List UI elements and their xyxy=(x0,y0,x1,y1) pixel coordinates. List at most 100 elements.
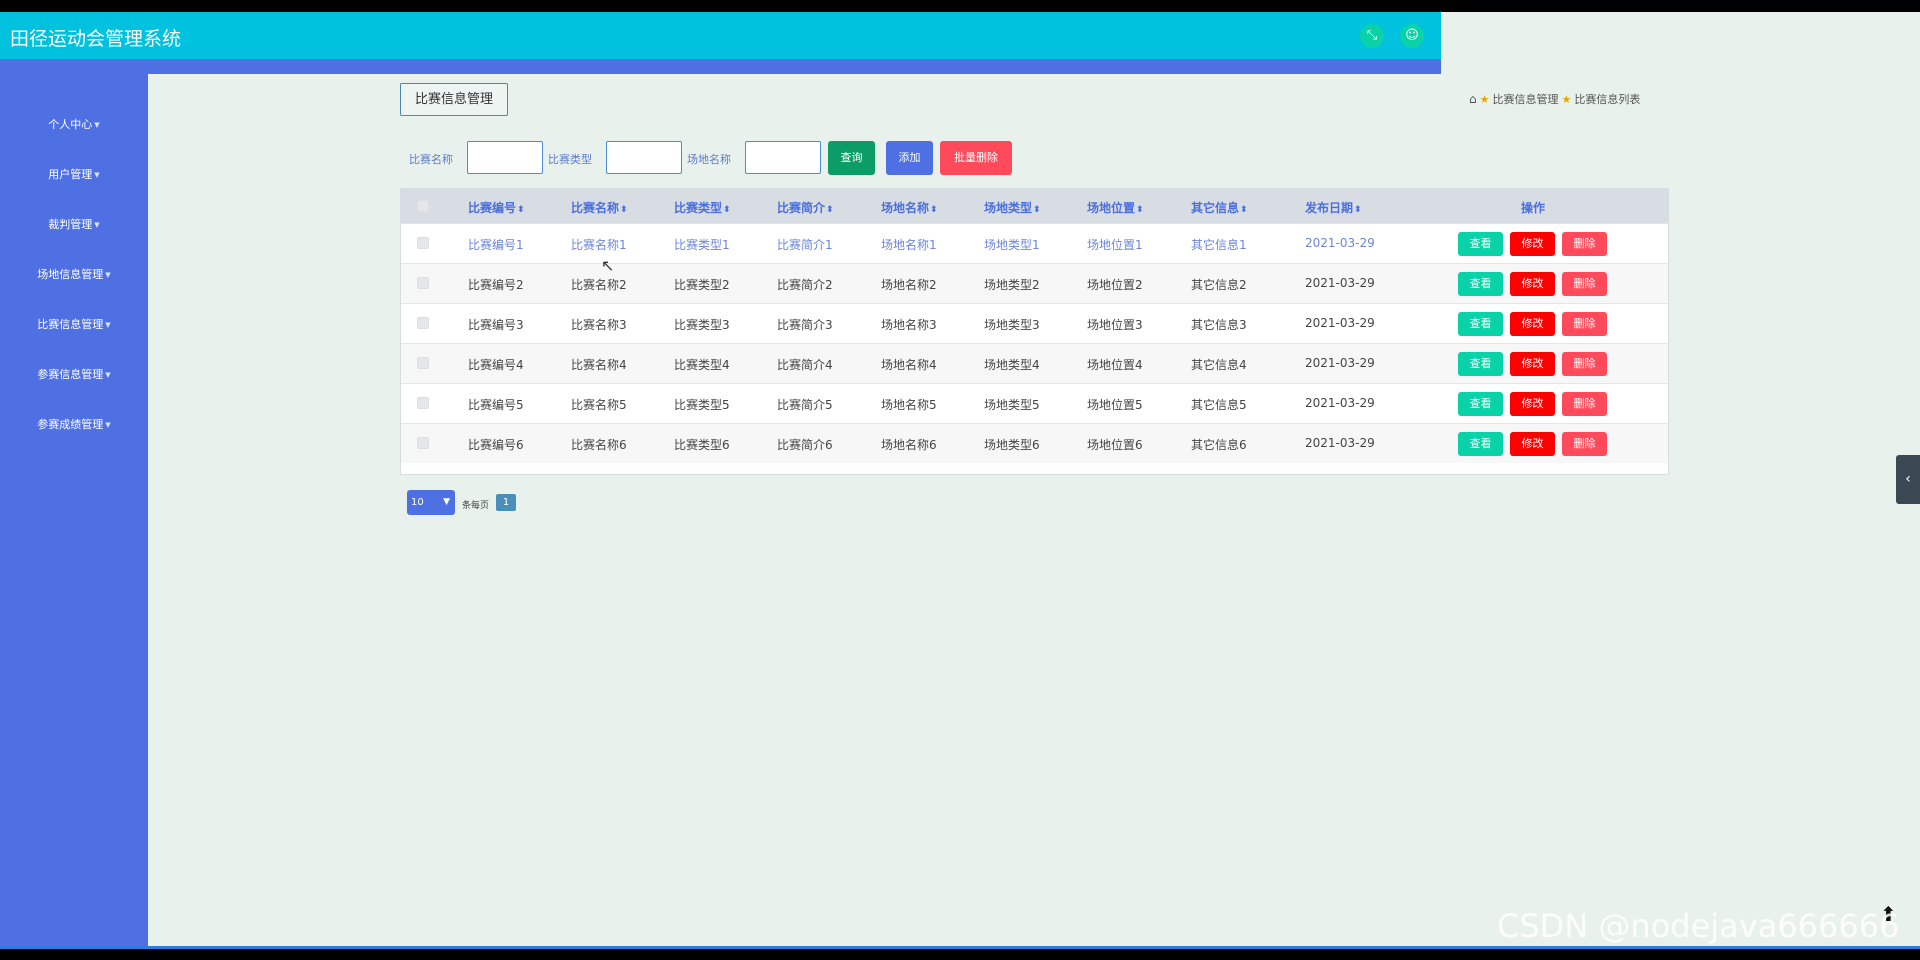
search-button[interactable]: 查询 xyxy=(828,141,875,175)
table-cell: 比赛编号2 xyxy=(468,278,524,292)
column-header[interactable]: 场地类型⬍ xyxy=(984,199,1041,216)
delete-button[interactable]: 删除 xyxy=(1562,312,1607,336)
page-size-select[interactable]: 10 ▼ xyxy=(407,490,455,515)
table-cell: 比赛编号1 xyxy=(468,238,524,252)
sidebar-item-personal-center[interactable]: 个人中心 ▼ xyxy=(0,116,148,132)
table-cell: 2021-03-29 xyxy=(1305,236,1375,250)
row-checkbox[interactable] xyxy=(417,237,429,249)
column-header[interactable]: 比赛类型⬍ xyxy=(674,199,731,216)
table-cell: 场地名称3 xyxy=(881,318,937,332)
page-number-button[interactable]: 1 xyxy=(496,494,516,511)
sidebar-item-results-management[interactable]: 参赛成绩管理 ▼ xyxy=(0,416,148,432)
table-cell: 比赛类型5 xyxy=(674,398,730,412)
column-header[interactable]: 比赛编号⬍ xyxy=(468,199,525,216)
sidebar-item-user-management[interactable]: 用户管理 ▼ xyxy=(0,166,148,182)
table-cell: 场地名称6 xyxy=(881,438,937,452)
collapse-panel-icon[interactable]: ‹ xyxy=(1896,455,1920,504)
home-icon[interactable]: ⌂ xyxy=(1469,92,1477,106)
table-row: 比赛编号1 比赛名称1 比赛类型1 比赛简介1 场地名称1 场地类型1 场地位置1 其它信息1… xyxy=(401,223,1668,263)
table-cell: 比赛类型2 xyxy=(674,278,730,292)
sort-icon: ⬍ xyxy=(620,205,628,215)
view-button[interactable]: 查看 xyxy=(1458,392,1503,416)
expand-icon[interactable]: ⤡ xyxy=(1360,24,1384,48)
edit-button[interactable]: 修改 xyxy=(1510,352,1555,376)
delete-button[interactable]: 删除 xyxy=(1562,352,1607,376)
table-cell: 比赛编号3 xyxy=(468,318,524,332)
table-cell: 比赛名称4 xyxy=(571,358,627,372)
row-checkbox[interactable] xyxy=(417,277,429,289)
app-screen: 田径运动会管理系统 ⤡ ☺ 个人中心 ▼ 用户管理 ▼ 裁判管理 ▼ 场地信息管理 ▼ … xyxy=(0,12,1920,946)
edit-button[interactable]: 修改 xyxy=(1510,272,1555,296)
top-header: 田径运动会管理系统 ⤡ ☺ xyxy=(0,12,1441,59)
header-strip xyxy=(0,59,1441,74)
table-cell: 比赛名称3 xyxy=(571,318,627,332)
table-cell: 比赛编号6 xyxy=(468,438,524,452)
caret-down-icon: ▼ xyxy=(105,271,111,279)
delete-button[interactable]: 删除 xyxy=(1562,432,1607,456)
competition-table: 比赛编号⬍ 比赛名称⬍ 比赛类型⬍ 比赛简介⬍ 场地名称⬍ 场地类型⬍ 场地位置… xyxy=(400,188,1669,475)
row-checkbox[interactable] xyxy=(417,437,429,449)
delete-button[interactable]: 删除 xyxy=(1562,392,1607,416)
table-cell: 2021-03-29 xyxy=(1305,436,1375,450)
sort-icon: ⬍ xyxy=(723,205,731,215)
row-checkbox[interactable] xyxy=(417,317,429,329)
module-title-button[interactable]: 比赛信息管理 xyxy=(400,83,508,116)
select-all-checkbox[interactable] xyxy=(417,200,429,212)
column-header[interactable]: 其它信息⬍ xyxy=(1191,199,1248,216)
edit-button[interactable]: 修改 xyxy=(1510,312,1555,336)
table-cell: 场地位置1 xyxy=(1087,238,1143,252)
table-cell: 其它信息5 xyxy=(1191,398,1247,412)
sort-icon: ⬍ xyxy=(517,205,525,215)
add-button[interactable]: 添加 xyxy=(886,141,933,175)
table-cell: 场地类型2 xyxy=(984,278,1040,292)
star-icon: ★ xyxy=(1561,93,1572,106)
table-row: 比赛编号5 比赛名称5 比赛类型5 比赛简介5 场地名称5 场地类型5 场地位置5 其它信息5… xyxy=(401,383,1668,423)
table-cell: 比赛简介5 xyxy=(777,398,833,412)
sidebar-item-entry-management[interactable]: 参赛信息管理 ▼ xyxy=(0,366,148,382)
column-header[interactable]: 发布日期⬍ xyxy=(1305,199,1362,216)
view-button[interactable]: 查看 xyxy=(1458,272,1503,296)
view-button[interactable]: 查看 xyxy=(1458,232,1503,256)
chevron-down-icon: ▼ xyxy=(443,497,450,507)
table-cell: 场地位置4 xyxy=(1087,358,1143,372)
table-cell: 比赛类型4 xyxy=(674,358,730,372)
row-checkbox[interactable] xyxy=(417,397,429,409)
view-button[interactable]: 查看 xyxy=(1458,432,1503,456)
column-header[interactable]: 场地位置⬍ xyxy=(1087,199,1144,216)
table-cell: 比赛简介6 xyxy=(777,438,833,452)
view-button[interactable]: 查看 xyxy=(1458,352,1503,376)
table-row: 比赛编号3 比赛名称3 比赛类型3 比赛简介3 场地名称3 场地类型3 场地位置3 其它信息3… xyxy=(401,303,1668,343)
table-header: 比赛编号⬍ 比赛名称⬍ 比赛类型⬍ 比赛简介⬍ 场地名称⬍ 场地类型⬍ 场地位置… xyxy=(401,189,1668,223)
edit-button[interactable]: 修改 xyxy=(1510,392,1555,416)
column-header[interactable]: 场地名称⬍ xyxy=(881,199,938,216)
bottom-bar xyxy=(0,946,1920,960)
table-cell: 比赛编号4 xyxy=(468,358,524,372)
sidebar-item-competition-management[interactable]: 比赛信息管理 ▼ xyxy=(0,316,148,332)
user-icon[interactable]: ☺ xyxy=(1400,24,1424,48)
table-cell: 比赛名称6 xyxy=(571,438,627,452)
batch-delete-button[interactable]: 批量删除 xyxy=(940,141,1012,175)
table-cell: 场地类型6 xyxy=(984,438,1040,452)
delete-button[interactable]: 删除 xyxy=(1562,232,1607,256)
sidebar-item-referee-management[interactable]: 裁判管理 ▼ xyxy=(0,216,148,232)
view-button[interactable]: 查看 xyxy=(1458,312,1503,336)
table-row: 比赛编号2 比赛名称2 比赛类型2 比赛简介2 场地名称2 场地类型2 场地位置2 其它信息2… xyxy=(401,263,1668,303)
column-header[interactable]: 比赛名称⬍ xyxy=(571,199,628,216)
competition-name-input[interactable] xyxy=(467,141,543,174)
edit-button[interactable]: 修改 xyxy=(1510,232,1555,256)
delete-button[interactable]: 删除 xyxy=(1562,272,1607,296)
per-page-label: 条每页 xyxy=(462,501,490,511)
table-cell: 场地名称2 xyxy=(881,278,937,292)
table-cell: 其它信息4 xyxy=(1191,358,1247,372)
column-header[interactable]: 比赛简介⬍ xyxy=(777,199,834,216)
row-checkbox[interactable] xyxy=(417,357,429,369)
breadcrumb-item[interactable]: 比赛信息管理 xyxy=(1493,93,1559,106)
sidebar-item-venue-management[interactable]: 场地信息管理 ▼ xyxy=(0,266,148,282)
venue-name-input[interactable] xyxy=(745,141,821,174)
filter-label-venue-name: 场地名称 xyxy=(687,153,731,166)
table-cell: 比赛名称2 xyxy=(571,278,627,292)
edit-button[interactable]: 修改 xyxy=(1510,432,1555,456)
competition-type-input[interactable] xyxy=(606,141,682,174)
table-cell: 比赛类型3 xyxy=(674,318,730,332)
app-title: 田径运动会管理系统 xyxy=(10,28,182,50)
